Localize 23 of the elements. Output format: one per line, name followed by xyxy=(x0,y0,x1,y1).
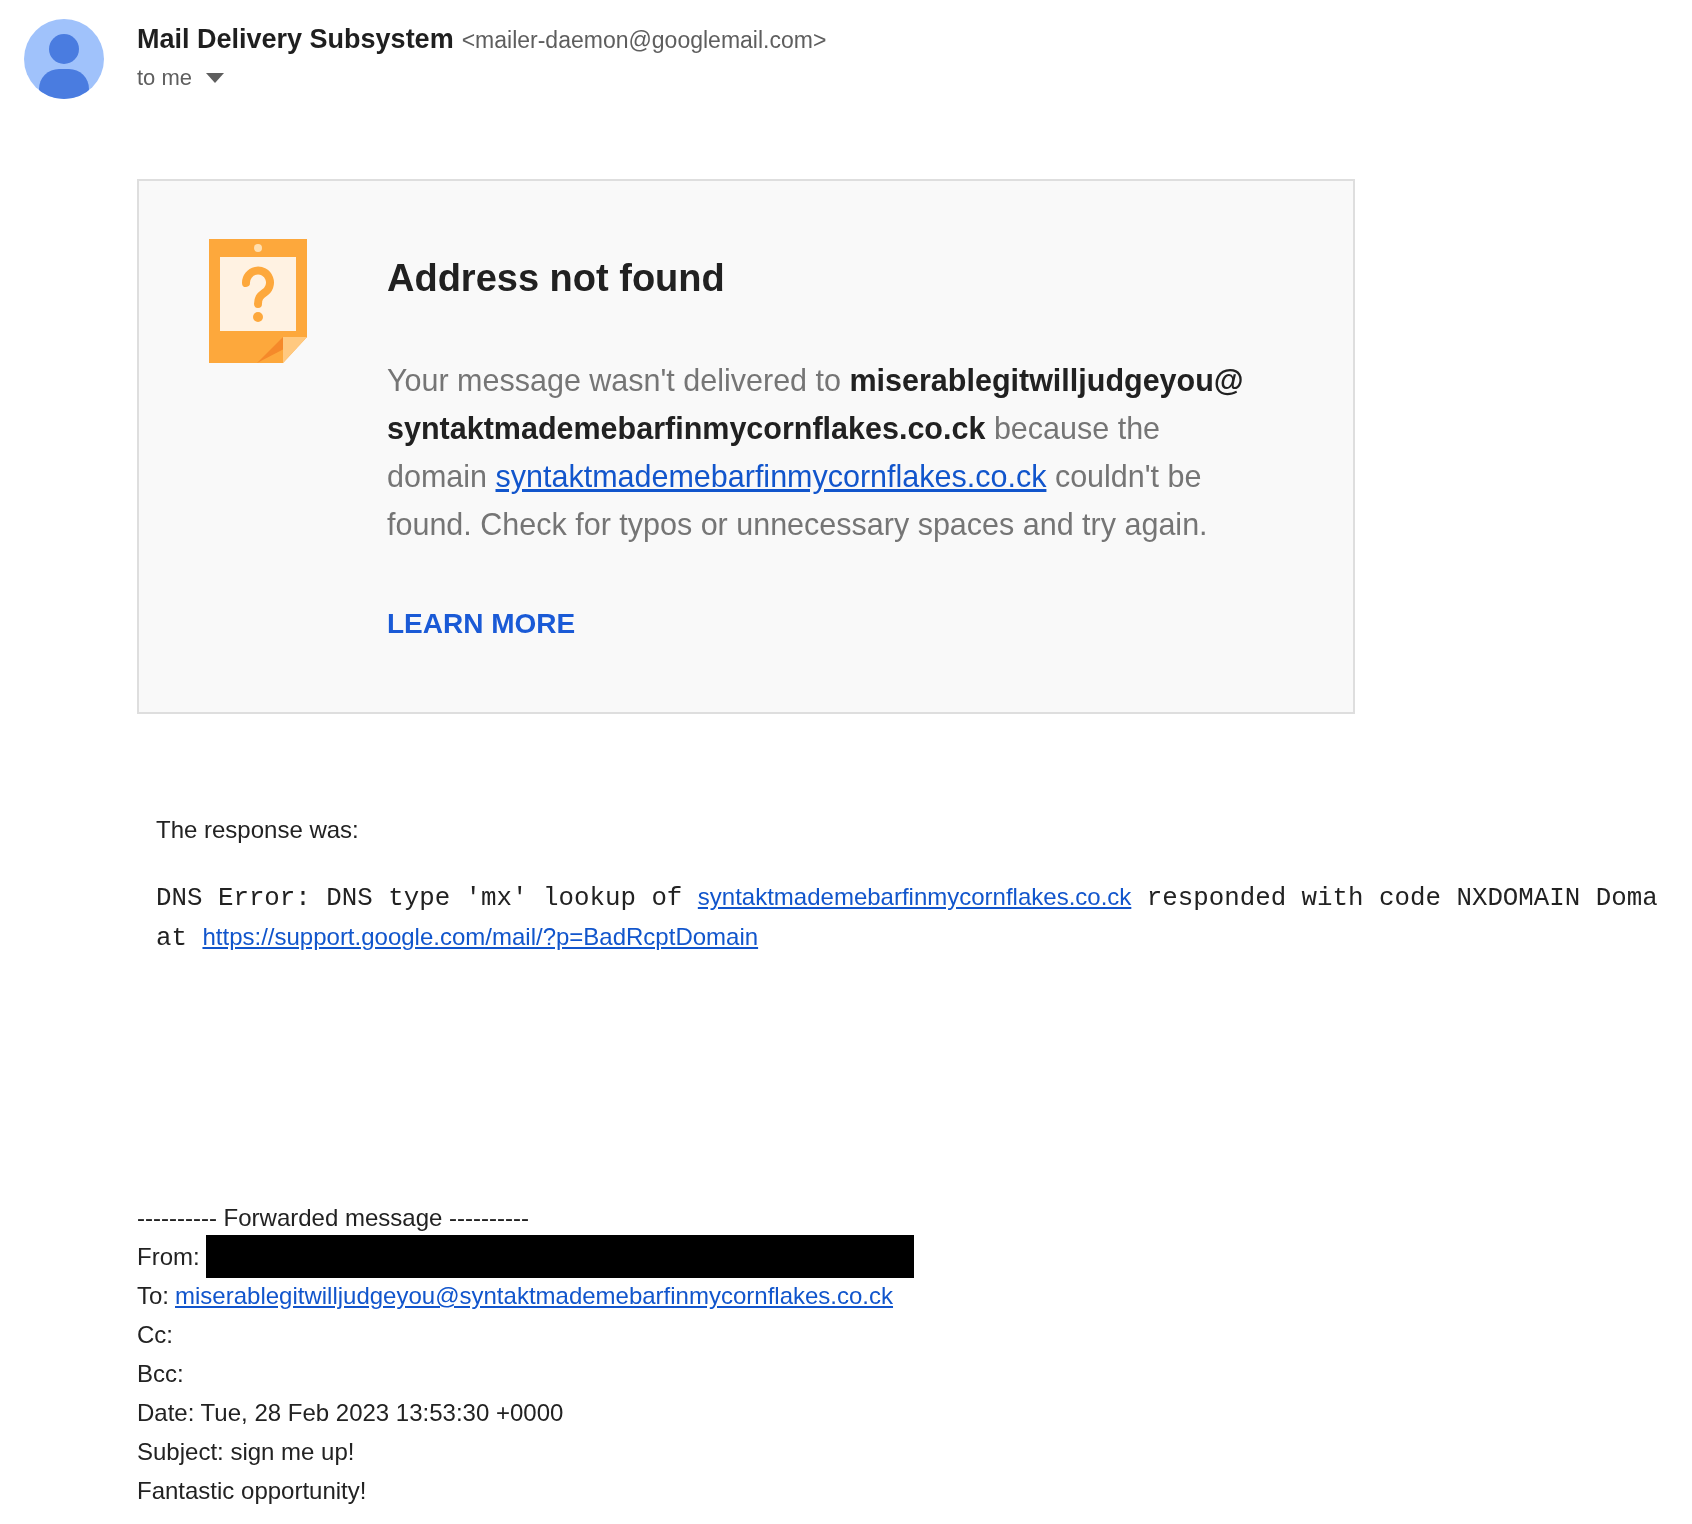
link[interactable]: syntaktmademebarfinmycornflakes.co.ck xyxy=(697,883,1132,910)
header-line: Bcc: xyxy=(137,1359,184,1389)
error-title: Address not found xyxy=(387,257,726,300)
error-detail: DNS Error: DNS type 'mx' lookup of syntaktmademebarfinmycornflakes.co.ck responded with code NXDOMAIN Doma at https://support.google.com/mail/?p=BadRcptDomain xyxy=(156,882,1659,955)
header-line: Cc: xyxy=(137,1320,173,1350)
avatar-icon xyxy=(24,19,104,99)
header-line: Subject: sign me up! xyxy=(137,1437,355,1467)
sender-name: Mail Delivery Subsystem xyxy=(137,24,454,55)
link[interactable]: https://support.google.com/mail/?p=BadRcptDomain xyxy=(202,923,759,950)
header-line: Fantastic opportunity! xyxy=(137,1476,367,1506)
note-question-icon xyxy=(209,239,307,363)
email-link[interactable]: miserablegitwilljudgeyou@syntaktmademebarfinmycornflakes.co.ck xyxy=(175,1276,893,1315)
header-line: Date: Tue, 28 Feb 2023 13:53:30 +0000 xyxy=(137,1398,564,1428)
response-heading: The response was: xyxy=(156,816,360,844)
learn-more-button[interactable]: LEARN MORE xyxy=(387,608,576,640)
error-message: Your message wasn't delivered to miserablegitwilljudgeyou@ syntaktmademebarfinmycornflakes.co.ck because the domain syntaktmademebarfinmycornflakes.co.ck couldn't be found. Check for typos or unnecessary spaces and try again. xyxy=(387,362,1245,544)
field-label: To: xyxy=(137,1281,169,1311)
recipient-label: to me xyxy=(137,65,193,91)
caret-icon[interactable] xyxy=(206,73,225,83)
sender-address: <mailer-daemon@googlemail.com> xyxy=(461,27,827,54)
field-label: From: xyxy=(137,1242,200,1272)
domain-link[interactable]: syntaktmademebarfinmycornflakes.co.ck xyxy=(495,459,1047,493)
header-line: ---------- Forwarded message ---------- xyxy=(137,1203,529,1233)
